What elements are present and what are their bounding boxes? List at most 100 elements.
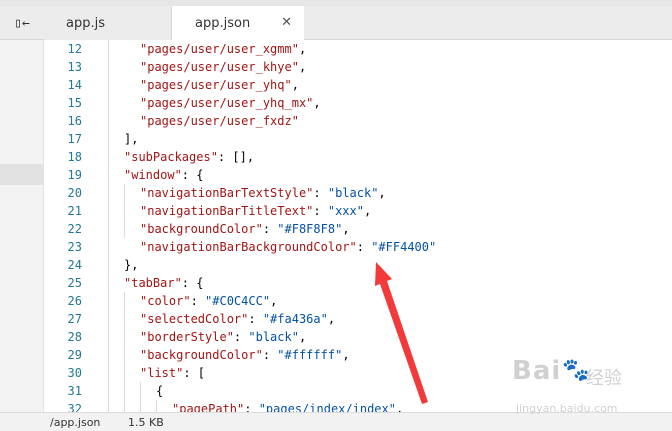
code-line[interactable]: 28 "borderStyle": "black",: [44, 328, 672, 346]
json-punctuation: ,: [342, 222, 350, 236]
line-number: 27: [67, 312, 82, 326]
json-punctuation: :: [244, 402, 259, 412]
json-key: "navigationBarTitleText": [140, 204, 314, 218]
code-line[interactable]: 14 "pages/user/user_yhq",: [44, 76, 672, 94]
json-key: "list": [140, 366, 184, 380]
line-number: 13: [67, 60, 82, 74]
code-line[interactable]: 15 "pages/user/user_yhq_mx",: [44, 94, 672, 112]
json-punctuation: :: [262, 222, 278, 236]
code-line[interactable]: 13 "pages/user/user_khye",: [44, 58, 672, 76]
close-icon[interactable]: ✕: [281, 15, 292, 30]
json-punctuation: },: [124, 258, 139, 272]
line-number: 32: [67, 402, 82, 412]
code-text: "list": [: [140, 364, 205, 382]
tab-app-js[interactable]: app.js: [44, 6, 172, 40]
json-key: "subPackages": [124, 150, 218, 164]
json-punctuation: : [],: [217, 150, 255, 164]
code-text: "tabBar": {: [124, 274, 203, 292]
code-line[interactable]: 27 "selectedColor": "#fa436a",: [44, 310, 672, 328]
json-punctuation: {: [156, 384, 164, 398]
json-key: "backgroundColor": [140, 348, 263, 362]
json-punctuation: :: [190, 294, 206, 308]
code-text: "color": "#C0C4CC",: [140, 292, 277, 310]
tab-label: app.js: [66, 15, 105, 31]
side-panel-selection: [0, 164, 44, 185]
code-text: "pages/user/user_khye",: [140, 58, 306, 76]
json-value: "#C0C4CC": [205, 294, 271, 308]
code-line[interactable]: 16 "pages/user/user_fxdz": [44, 112, 672, 130]
code-text: "backgroundColor": "#F8F8F8",: [140, 220, 350, 238]
json-value: "#fa436a": [262, 312, 328, 326]
code-line[interactable]: 18 "subPackages": [],: [44, 148, 672, 166]
watermark-url: jingyan.baidu.com: [516, 402, 618, 415]
json-value: "black": [248, 330, 299, 344]
tab-label: app.json: [195, 15, 251, 31]
json-key: "borderStyle": [140, 330, 234, 344]
json-key: "tabBar": [124, 276, 182, 290]
json-key: "pages/user/user_fxdz": [140, 114, 299, 128]
json-key: "pages/user/user_khye": [140, 60, 299, 74]
code-text: "backgroundColor": "#ffffff",: [140, 346, 350, 364]
json-punctuation: ,: [378, 186, 386, 200]
sidebar-toggle-icon[interactable]: ▯←: [0, 6, 44, 40]
code-text: },: [124, 256, 138, 274]
code-text: "pages/user/user_fxdz": [140, 112, 299, 130]
json-punctuation: ,: [298, 60, 307, 74]
code-line[interactable]: 21 "navigationBarTitleText": "xxx",: [44, 202, 672, 220]
code-line[interactable]: 22 "backgroundColor": "#F8F8F8",: [44, 220, 672, 238]
line-number: 14: [67, 78, 82, 92]
code-text: "borderStyle": "black",: [140, 328, 306, 346]
code-line[interactable]: 24},: [44, 256, 672, 274]
status-file-path: /app.json: [50, 416, 101, 429]
json-key: "navigationBarBackgroundColor": [140, 240, 357, 254]
line-number: 15: [67, 96, 82, 110]
json-punctuation: ,: [342, 348, 350, 362]
code-line[interactable]: 12 "pages/user/user_xgmm",: [44, 40, 672, 58]
line-number: 12: [67, 42, 82, 56]
json-punctuation: :: [313, 186, 328, 200]
json-punctuation: :: [313, 204, 328, 218]
json-key: "backgroundColor": [140, 222, 263, 236]
code-line[interactable]: 25 "tabBar": {: [44, 274, 672, 292]
code-line[interactable]: 20 "navigationBarTextStyle": "black",: [44, 184, 672, 202]
code-text: "selectedColor": "#fa436a",: [140, 310, 335, 328]
json-key: "pages/user/user_yhq": [140, 78, 292, 92]
code-line[interactable]: 17],: [44, 130, 672, 148]
line-number: 16: [67, 114, 82, 128]
code-line[interactable]: 19 "window": {: [44, 166, 672, 184]
code-text: "subPackages": [],: [124, 148, 254, 166]
json-punctuation: ,: [363, 204, 372, 218]
tab-app-json[interactable]: app.json ✕: [172, 6, 304, 40]
json-value: "#ffffff": [277, 348, 343, 362]
code-text: "pages/user/user_xgmm",: [140, 40, 306, 58]
code-text: "navigationBarTitleText": "xxx",: [140, 202, 371, 220]
json-punctuation: ],: [124, 132, 139, 146]
status-file-size: 1.5 KB: [128, 416, 164, 429]
json-key: "pages/user/user_yhq_mx": [140, 96, 314, 110]
json-punctuation: ,: [291, 78, 299, 92]
json-key: "window": [124, 168, 182, 182]
json-punctuation: ,: [395, 402, 404, 412]
line-number: 18: [67, 150, 82, 164]
line-number: 22: [67, 222, 82, 236]
code-text: "pages/user/user_yhq_mx",: [140, 94, 321, 112]
line-number: 24: [67, 258, 82, 272]
code-line[interactable]: 23 "navigationBarBackgroundColor": "#FF44…: [44, 238, 672, 256]
line-number: 19: [67, 168, 82, 182]
line-number: 20: [67, 186, 82, 200]
side-panel: [0, 40, 44, 412]
json-punctuation: : [: [183, 366, 206, 380]
line-number: 25: [67, 276, 82, 290]
code-line[interactable]: 26 "color": "#C0C4CC",: [44, 292, 672, 310]
code-text: "pages/user/user_yhq",: [140, 76, 299, 94]
json-punctuation: :: [356, 240, 372, 254]
code-text: "navigationBarBackgroundColor": "#FF4400…: [140, 238, 436, 256]
json-key: "pagePath": [172, 402, 245, 412]
json-punctuation: : {: [181, 168, 204, 182]
tab-bar: ▯← app.js app.json ✕: [0, 6, 672, 40]
json-value: "black": [327, 186, 379, 200]
line-number: 21: [67, 204, 82, 218]
json-value: "pages/index/index": [258, 402, 396, 412]
json-punctuation: ,: [313, 96, 321, 110]
line-number: 26: [67, 294, 82, 308]
